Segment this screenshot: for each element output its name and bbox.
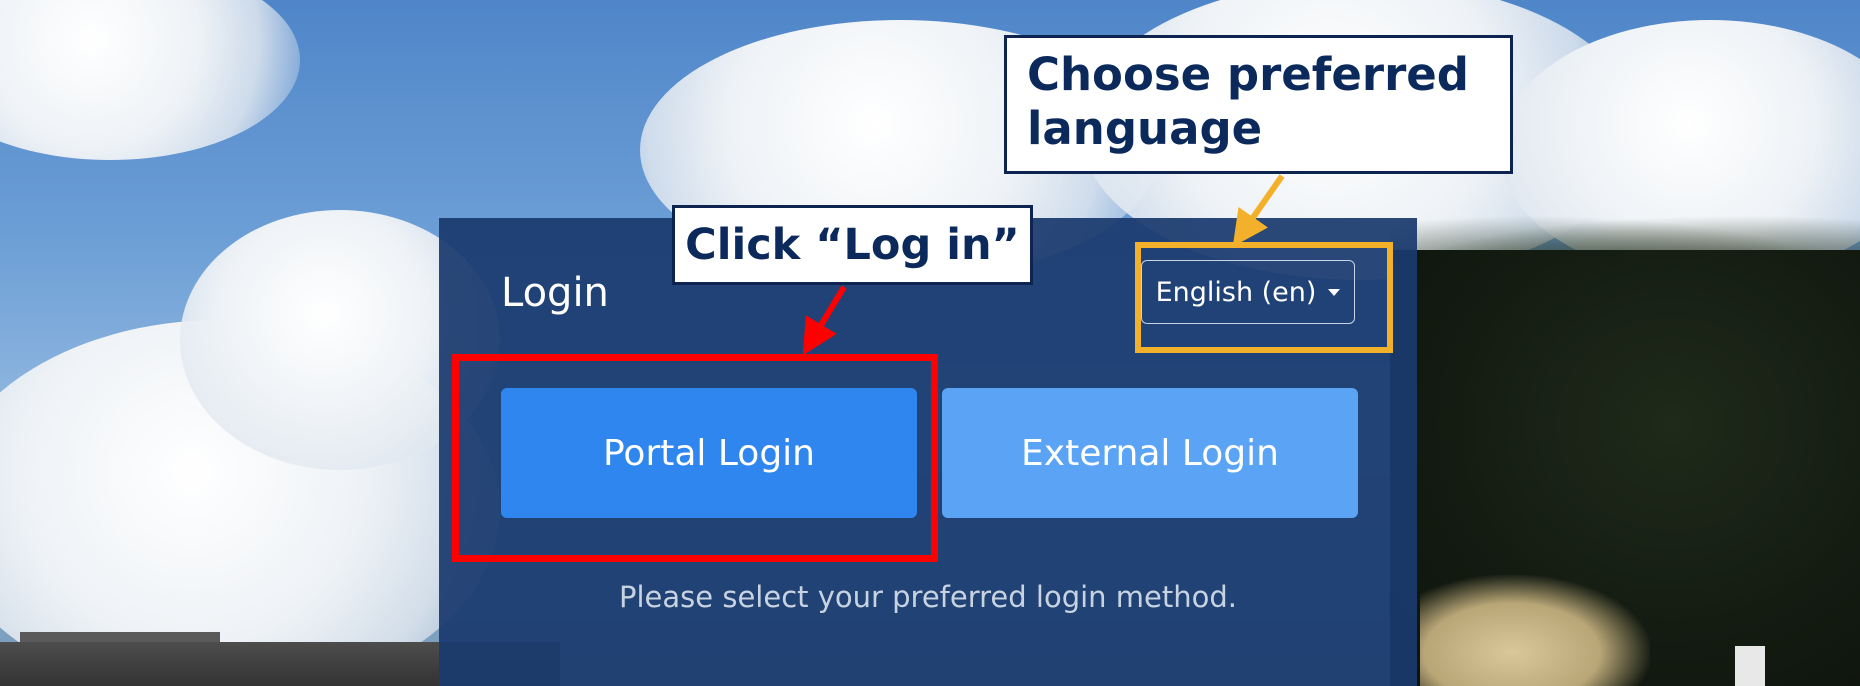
external-login-button[interactable]: External Login	[942, 388, 1358, 518]
login-title: Login	[501, 270, 609, 316]
login-screen: Login English (en) Portal Login External…	[0, 0, 1860, 686]
login-method-hint: Please select your preferred login metho…	[619, 580, 1237, 614]
background-bird-statue	[1420, 575, 1650, 686]
portal-login-highlight	[452, 354, 938, 562]
background-cloud	[0, 0, 300, 160]
login-callout: Click “Log in”	[672, 205, 1033, 285]
background-building	[20, 632, 220, 642]
background-pole	[1735, 646, 1765, 686]
language-selector-highlight	[1135, 242, 1393, 353]
language-callout: Choose preferred language	[1004, 35, 1513, 174]
